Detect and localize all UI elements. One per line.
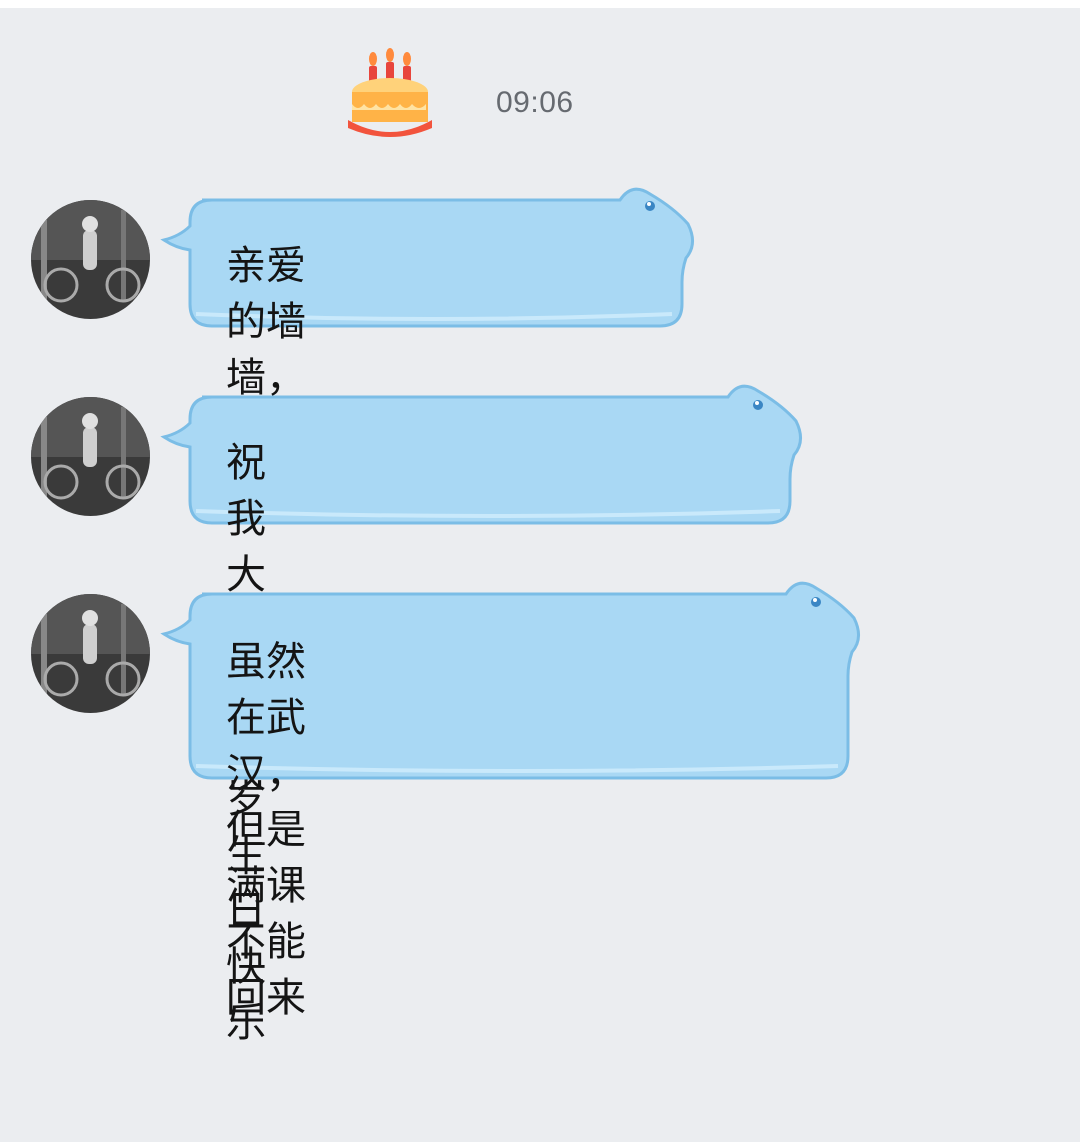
- message-text: 虽然在武汉，但是满课不能 回来: [226, 639, 306, 1021]
- top-strip: [0, 0, 1080, 8]
- sender-avatar[interactable]: [31, 200, 150, 319]
- birthday-cake-icon: [346, 46, 434, 142]
- message-timestamp: 09:06: [496, 86, 574, 119]
- sender-avatar[interactable]: [31, 397, 150, 516]
- sender-avatar[interactable]: [31, 594, 150, 713]
